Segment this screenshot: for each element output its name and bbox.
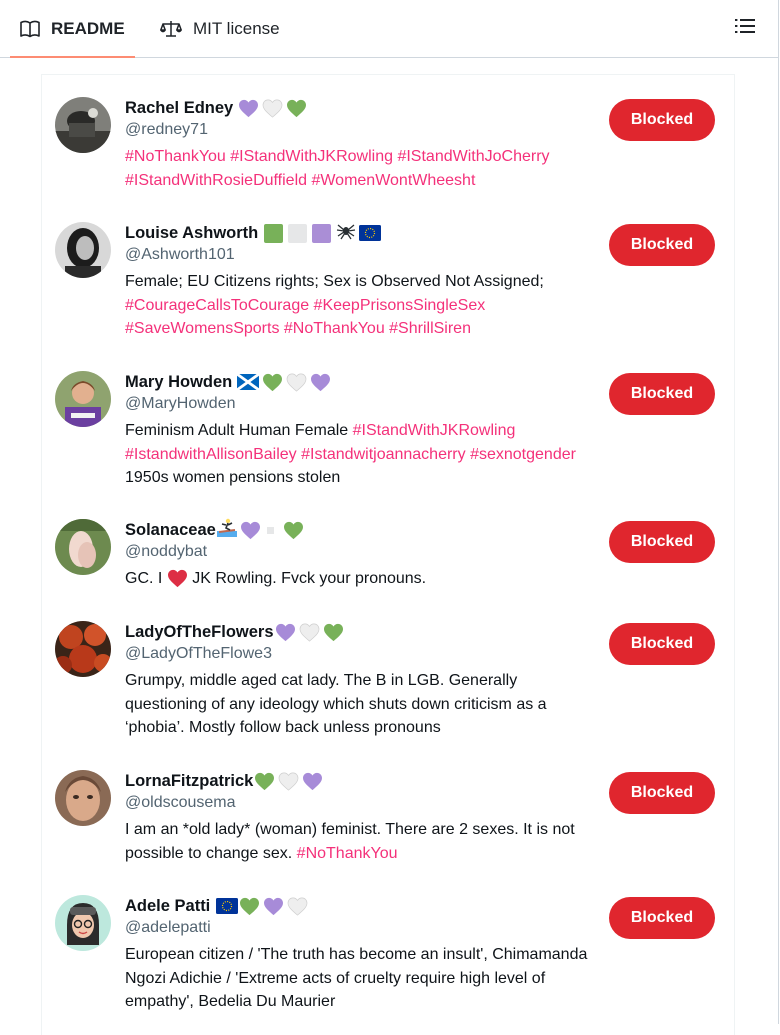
bio-text-tail: 1950s women pensions stolen [125,469,341,486]
tab-license-label: MIT license [193,18,280,38]
bio-text-tail: JK Rowling. Fvck your pronouns. [192,570,427,587]
white-heart-icon [278,771,299,790]
display-name[interactable]: LadyOfTheFlowers [125,623,274,642]
green-heart-icon [286,98,307,117]
avatar[interactable] [55,895,111,951]
display-name[interactable]: Louise Ashworth [125,224,258,243]
blocked-button[interactable]: Blocked [609,897,715,939]
user-bio: Grumpy, middle aged cat lady. The B in L… [125,672,547,736]
avatar[interactable] [55,97,111,153]
purple-heart-icon [238,98,259,117]
green-square-icon [264,223,285,243]
purple-heart-icon [240,520,261,539]
display-name[interactable]: Solanaceae [125,521,216,540]
bio-hashtags[interactable]: #CourageCallsToCourage #KeepPrisonsSingl… [125,297,485,338]
readme-content: Rachel Edney @redney71 #NoThankYou #ISta… [0,58,779,1035]
spider-icon [336,221,356,245]
avatar[interactable] [55,222,111,278]
blocked-button[interactable]: Blocked [609,224,715,266]
bio-text: Feminism Adult Human Female [125,422,349,439]
bio-text: Female; EU Citizens rights; Sex is Obser… [125,273,544,290]
user-bio: GC. I JK Rowling. Fvck your pronouns. [125,567,595,591]
green-heart-icon [239,896,260,915]
display-name[interactable]: Rachel Edney [125,99,233,118]
blocked-button[interactable]: Blocked [609,772,715,814]
bio-hashtag[interactable]: #NoThankYou [297,845,398,862]
user-handle: @redney71 [125,121,208,138]
law-scale-icon [160,19,182,39]
tab-license[interactable]: MIT license [156,0,284,57]
outline-menu-button[interactable] [734,17,756,39]
blocked-button[interactable]: Blocked [609,521,715,563]
user-bio: European citizen / 'The truth has become… [125,946,588,1010]
eu-flag-icon [216,897,239,916]
white-heart-icon [262,98,283,117]
person-surfing-icon [216,518,237,542]
purple-heart-icon [263,896,284,915]
eu-flag-icon [359,224,382,243]
file-tab-bar: README MIT license [0,0,779,58]
white-heart-icon [299,622,320,641]
user-handle: @Ashworth101 [125,246,235,263]
avatar[interactable] [55,371,111,427]
user-handle: @oldscousema [125,794,236,811]
white-small-square-icon [266,521,274,540]
bio-text: GC. I [125,570,163,587]
user-bio: Female; EU Citizens rights; Sex is Obser… [125,270,595,341]
blocked-button[interactable]: Blocked [609,623,715,665]
book-icon [20,20,40,38]
user-handle: @MaryHowden [125,395,236,412]
blocked-users-list: Rachel Edney @redney71 #NoThankYou #ISta… [41,74,735,1035]
blocked-button[interactable]: Blocked [609,373,715,415]
purple-heart-icon [302,771,323,790]
green-heart-icon [262,372,283,391]
user-handle: @adelepatti [125,919,211,936]
display-name[interactable]: Mary Howden [125,373,232,392]
avatar[interactable] [55,519,111,575]
red-heart-icon [167,570,188,587]
user-bio: I am an *old lady* (woman) feminist. The… [125,818,595,865]
green-heart-icon [283,520,304,539]
purple-heart-icon [310,372,331,391]
list-unordered-icon [735,18,755,39]
avatar[interactable] [55,621,111,677]
tab-readme[interactable]: README [10,0,135,58]
purple-heart-icon [275,622,296,641]
display-name[interactable]: Adele Patti [125,897,210,916]
white-heart-icon [287,896,308,915]
green-heart-icon [323,622,344,641]
purple-square-icon [312,223,333,243]
green-heart-icon [254,771,275,790]
white-square-icon [288,223,309,243]
scotland-flag-icon [237,373,260,392]
tab-readme-label: README [51,18,125,38]
avatar[interactable] [55,770,111,826]
white-heart-icon [286,372,307,391]
user-handle: @LadyOfTheFlowe3 [125,645,272,662]
display-name[interactable]: LornaFitzpatrick [125,772,253,791]
user-handle: @noddybat [125,543,208,560]
user-bio: Feminism Adult Human Female #IStandWithJ… [125,419,595,490]
user-bio[interactable]: #NoThankYou #IStandWithJKRowling #IStand… [125,145,595,192]
blocked-button[interactable]: Blocked [609,99,715,141]
